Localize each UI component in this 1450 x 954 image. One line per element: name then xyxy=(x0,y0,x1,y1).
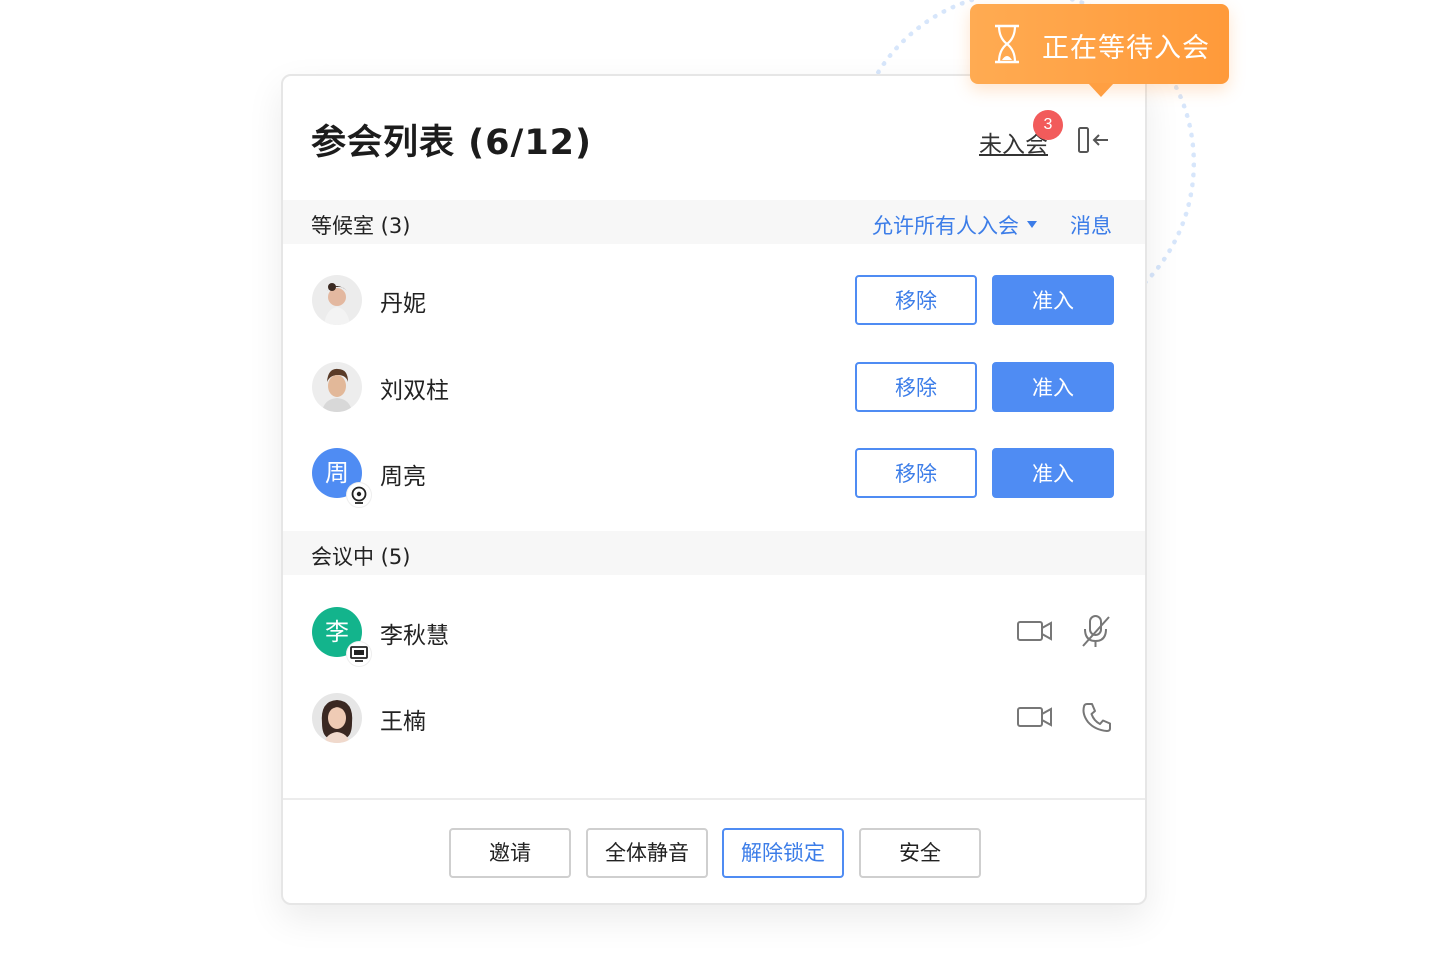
participant-name: 李秋慧 xyxy=(380,623,449,649)
caret-down-icon xyxy=(1027,220,1037,228)
message-link[interactable]: 消息 xyxy=(1070,210,1112,240)
list-item: 刘双柱 移除 准入 xyxy=(283,344,1145,430)
admit-button[interactable]: 准入 xyxy=(992,362,1114,412)
security-button[interactable]: 安全 xyxy=(859,828,981,878)
hourglass-icon xyxy=(995,24,1019,64)
allow-all-dropdown[interactable]: 允许所有人入会 xyxy=(872,210,1037,240)
unlock-button[interactable]: 解除锁定 xyxy=(722,828,844,878)
avatar xyxy=(312,362,362,412)
page-title: 参会列表 (6/12) xyxy=(311,123,593,163)
list-item: 王楠 xyxy=(283,675,1145,761)
list-item: 李 李秋慧 xyxy=(283,589,1145,675)
participant-name: 刘双柱 xyxy=(380,378,449,404)
avatar xyxy=(312,275,362,325)
webcam-icon xyxy=(347,483,371,507)
remove-button[interactable]: 移除 xyxy=(855,448,977,498)
remove-button[interactable]: 移除 xyxy=(855,362,977,412)
admit-button[interactable]: 准入 xyxy=(992,275,1114,325)
in-meeting-label: 会议中 (5) xyxy=(311,545,411,569)
list-item: 丹妮 移除 准入 xyxy=(283,257,1145,343)
avatar xyxy=(312,693,362,743)
waiting-tooltip-text: 正在等待入会 xyxy=(1042,33,1210,64)
participant-name: 王楠 xyxy=(380,709,426,735)
admit-button[interactable]: 准入 xyxy=(992,448,1114,498)
collapse-panel-icon[interactable] xyxy=(1075,124,1111,156)
list-item: 周 周亮 移除 准入 xyxy=(283,430,1145,516)
phone-icon[interactable] xyxy=(1076,699,1116,735)
allow-all-label: 允许所有人入会 xyxy=(872,214,1019,238)
microphone-muted-icon[interactable] xyxy=(1076,613,1116,649)
invite-button[interactable]: 邀请 xyxy=(449,828,571,878)
video-camera-icon[interactable] xyxy=(1015,699,1055,735)
panel-footer: 邀请 全体静音 解除锁定 安全 xyxy=(283,798,1145,903)
participant-list-panel: 参会列表 (6/12) 未入会 3 等候室 (3) 允许所有人入会 消息 丹妮 … xyxy=(281,74,1147,905)
video-camera-icon[interactable] xyxy=(1015,613,1055,649)
waiting-room-section: 等候室 (3) 允许所有人入会 消息 xyxy=(283,200,1145,244)
screen-share-icon xyxy=(347,642,371,666)
mute-all-button[interactable]: 全体静音 xyxy=(586,828,708,878)
in-meeting-section: 会议中 (5) xyxy=(283,531,1145,575)
remove-button[interactable]: 移除 xyxy=(855,275,977,325)
participant-name: 周亮 xyxy=(380,464,426,490)
not-joined-count-badge: 3 xyxy=(1033,110,1063,140)
waiting-tooltip: 正在等待入会 xyxy=(970,4,1229,97)
panel-header: 参会列表 (6/12) 未入会 3 xyxy=(283,76,1145,200)
waiting-room-label: 等候室 (3) xyxy=(311,214,411,238)
participant-name: 丹妮 xyxy=(380,291,426,317)
